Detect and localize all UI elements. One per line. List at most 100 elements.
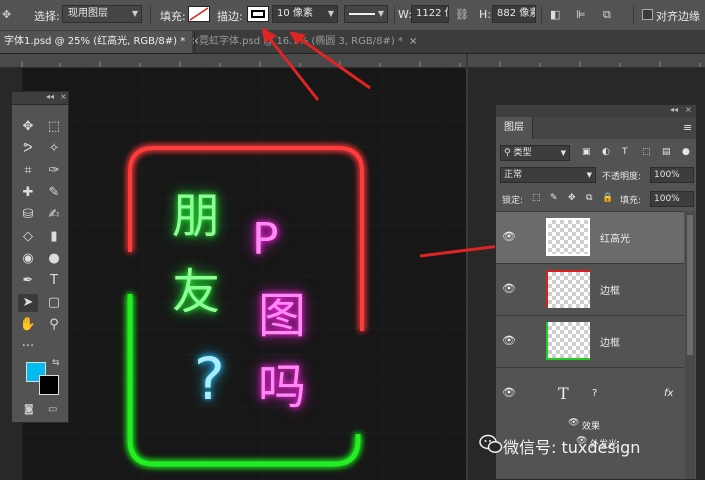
type-icon[interactable]: T [44,272,64,290]
lock-artboard-icon[interactable]: ⧉ [586,193,592,203]
swap-colors-icon[interactable]: ⇆ [52,358,60,368]
type-layer-icon: T [558,384,569,403]
filter-smart-object-icon[interactable]: ▤ [662,147,671,157]
neon-char-you: 友 [172,264,221,320]
stroke-swatch[interactable] [247,6,269,22]
filter-toggle-icon[interactable]: ● [682,147,690,157]
opacity-field[interactable]: 100% [650,167,694,183]
stroke-type-dropdown[interactable]: ▼ [344,5,388,23]
select-label: 选择: [34,10,60,23]
lock-all-icon[interactable]: 🔒 [602,193,613,203]
dodge-icon[interactable]: ● [44,250,64,268]
chevron-down-icon: ▼ [560,149,566,157]
horizontal-ruler [0,54,705,68]
path-alignment-icon[interactable]: ⊫ [576,8,586,21]
close-icon[interactable]: × [60,92,67,101]
effects-label: 效果 [582,422,601,432]
fx-icon[interactable]: fx [664,388,673,399]
width-field[interactable]: 1122 像 [411,5,449,23]
panel-menu-icon[interactable]: ≡ [683,121,692,134]
document-canvas[interactable]: 朋 友 P 图 吗 ? [22,68,466,480]
tab-document-2[interactable]: 霓虹字体.psd @ 16.7% (椭圆 3, RGB/8#) * × [194,31,417,53]
fill-swatch[interactable] [188,6,210,22]
collapse-icon[interactable]: ◂◂ [46,92,54,101]
layer-name: 红高光 [600,234,630,245]
select-value: 现用图层 [68,8,108,19]
eye-icon[interactable]: 👁 [502,334,516,347]
align-edges-checkbox[interactable] [642,9,653,20]
blur-icon[interactable]: ◉ [18,250,38,268]
lock-label: 锁定: [502,196,524,206]
path-arrangement-icon[interactable]: ⧉ [603,8,611,22]
height-field[interactable]: 882 像素 [492,5,536,23]
marquee-icon[interactable]: ⬚ [44,118,64,136]
stroke-width-field[interactable]: 10 像素 ▼ [272,5,338,23]
tab-label: 霓虹字体.psd @ 16.7% (椭圆 3, RGB/8#) * [199,36,403,47]
close-icon[interactable]: × [685,105,692,114]
move-icon[interactable]: ✥ [18,118,38,136]
select-dropdown[interactable]: 现用图层 ▼ [62,5,142,23]
canvas-edge [466,54,468,480]
effects-eye-icon[interactable]: 👁 [568,418,579,428]
divider [633,6,634,24]
collapse-icon[interactable]: ◂◂ [670,105,678,114]
zoom-icon[interactable]: ⚲ [44,316,64,334]
link-icon[interactable]: ⛓ [455,8,469,21]
fill-field[interactable]: 100% [650,191,694,207]
eye-icon[interactable]: 👁 [502,282,516,295]
layers-scrollbar[interactable] [685,211,695,479]
filter-kind-dropdown[interactable]: ⚲ 类型 ▼ [500,145,570,161]
layer-name: ? [592,388,598,399]
crop-icon[interactable]: ⌗ [18,162,38,180]
divider [541,6,542,24]
tab-layers[interactable]: 图层 [496,117,533,139]
lock-position-icon[interactable]: ✥ [568,193,576,203]
healing-icon[interactable]: ✚ [18,184,38,202]
layer-row-frame-red[interactable]: 👁 边框 [496,263,684,315]
lock-pixels-icon[interactable]: ✎ [550,193,558,203]
eraser-icon[interactable]: ◇ [18,228,38,246]
neon-char-p: P [252,214,279,265]
tools-panel: ◂◂ × ✥ ⬚ ᕗ ✧ ⌗ ✑ ✚ ✎ ⛁ ✍ ◇ ▮ ◉ ● ✒ T ➤ ▢… [11,91,69,423]
layer-thumbnail [546,322,590,360]
brush-icon[interactable]: ✎ [44,184,64,202]
blend-mode-value: 正常 [504,170,523,180]
history-brush-icon[interactable]: ✍ [44,206,64,224]
tab-document-1[interactable]: 字体1.psd @ 25% (红高光, RGB/8#) * × [0,31,200,53]
watermark-text: 微信号: tuxdesign [503,438,641,457]
filter-adjustment-icon[interactable]: ◐ [602,147,610,157]
magic-wand-icon[interactable]: ✧ [44,140,64,158]
gradient-icon[interactable]: ▮ [44,228,64,246]
path-operations-icon[interactable]: ◧ [550,8,560,21]
layer-name: 边框 [600,338,620,349]
lock-transparency-icon[interactable]: ⬚ [532,193,541,203]
tab-label: 字体1.psd @ 25% (红高光, RGB/8#) * [4,36,186,47]
hand-icon[interactable]: ✋ [18,316,38,334]
layers-panel: ◂◂ × 图层 ≡ ⚲ 类型 ▼ ▣ ◐ T ⬚ ▤ ● 正常 ▼ 不透明度: … [495,104,697,480]
lasso-icon[interactable]: ᕗ [18,140,38,158]
fill-label: 填充: [620,196,642,206]
filter-pixel-icon[interactable]: ▣ [582,147,591,157]
layer-thumbnail [546,270,590,308]
neon-char-tu: 图 [258,288,307,344]
filter-type-icon[interactable]: T [622,147,628,157]
screen-mode-icon[interactable]: ▭ [48,404,57,415]
blend-mode-dropdown[interactable]: 正常 ▼ [500,167,596,183]
pen-icon[interactable]: ✒ [18,272,38,290]
background-color-swatch[interactable] [39,375,59,395]
neon-char-question: ? [194,345,225,413]
eye-icon[interactable]: 👁 [502,230,516,243]
layer-row-frame-green[interactable]: 👁 边框 [496,315,684,367]
eyedropper-icon[interactable]: ✑ [44,162,64,180]
close-icon[interactable]: × [409,36,417,47]
layer-row-red-highlight[interactable]: 👁 红高光 [496,211,684,263]
filter-shape-icon[interactable]: ⬚ [642,147,651,157]
eye-icon[interactable]: 👁 [502,386,516,399]
quick-mask-icon[interactable]: ◙ [24,404,34,415]
move-tool-icon[interactable]: ✥ [2,8,11,21]
path-select-icon[interactable]: ➤ [18,294,38,312]
more-tools-icon[interactable]: ··· [18,338,38,356]
shape-icon[interactable]: ▢ [44,294,64,312]
layer-name: 边框 [600,286,620,297]
stamp-icon[interactable]: ⛁ [18,206,38,224]
